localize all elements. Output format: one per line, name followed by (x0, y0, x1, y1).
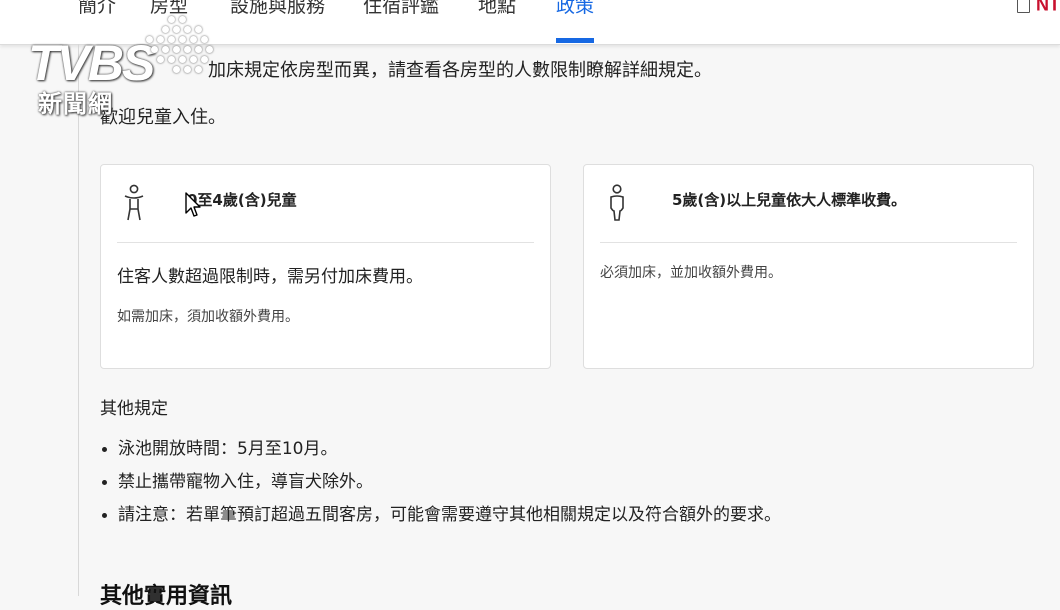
cursor-icon (184, 191, 202, 223)
other-rules-title: 其他規定 (100, 399, 168, 419)
watermark-dot (179, 36, 186, 43)
active-tab-indicator (556, 38, 594, 43)
child-icon (123, 184, 145, 226)
watermark-dot (173, 66, 180, 73)
tab-location[interactable]: 地點 (478, 0, 516, 18)
watermark-dot (157, 36, 164, 43)
watermark-dot (173, 26, 180, 33)
watermark-dot (168, 16, 175, 23)
watermark-dot (162, 26, 169, 33)
child-policy-card-infant: 0至4歲(含)兒童 住客人數超過限制時，需另付加床費用。 如需加床，須加收額外費… (100, 164, 551, 369)
watermark-dot (201, 56, 208, 63)
bed-rule-text: 加床規定依房型而異，請查看各房型的人數限制瞭解詳細規定。 (208, 60, 712, 81)
watermark-dot (184, 26, 191, 33)
watermark-dot (195, 26, 202, 33)
watermark-dot (184, 46, 191, 53)
child-policy-card-older: 5歲(含)以上兒童依大人標準收費。 必須加床，並加收額外費用。 (583, 164, 1034, 369)
list-item: 請注意：若單筆預訂超過五間客房，可能會需要遵守其他相關規定以及符合額外的要求。 (100, 503, 781, 536)
tab-facilities[interactable]: 設施與服務 (230, 0, 325, 18)
other-rules-list: 泳池開放時間：5月至10月。 禁止攜帶寵物入住，導盲犬除外。 請注意：若單筆預訂… (100, 437, 781, 536)
watermark-dot (190, 36, 197, 43)
tvbs-watermark: TVBS 新聞網 (28, 16, 213, 118)
card-sub-text: 如需加床，須加收額外費用。 (117, 309, 299, 325)
document-icon (1017, 0, 1030, 13)
list-item: 泳池開放時間：5月至10月。 (100, 437, 781, 470)
watermark-dot (168, 56, 175, 63)
watermark-dots (146, 16, 234, 100)
watermark-dot (201, 36, 208, 43)
useful-info-title: 其他實用資訊 (100, 584, 233, 609)
watermark-dot (206, 46, 213, 53)
card-title: 5歲(含)以上兒童依大人標準收費。 (672, 191, 907, 209)
watermark-dot (173, 46, 180, 53)
currency-selector[interactable]: NT (1017, 0, 1060, 16)
person-icon (608, 184, 626, 226)
tab-policies[interactable]: 政策 (556, 0, 594, 18)
tab-intro[interactable]: 簡介 (78, 0, 116, 18)
watermark-dot (195, 66, 202, 73)
left-divider (78, 44, 79, 596)
watermark-dot (184, 66, 191, 73)
watermark-dot (162, 46, 169, 53)
card-sub-text: 必須加床，並加收額外費用。 (600, 265, 782, 281)
watermark-subtitle: 新聞網 (38, 90, 113, 118)
card-divider (600, 242, 1017, 243)
watermark-dot (157, 56, 164, 63)
list-item: 禁止攜帶寵物入住，導盲犬除外。 (100, 470, 781, 503)
card-main-text: 住客人數超過限制時，需另付加床費用。 (117, 267, 423, 287)
watermark-dot (179, 16, 186, 23)
watermark-dot (146, 36, 153, 43)
watermark-dot (190, 56, 197, 63)
watermark-dot (179, 56, 186, 63)
watermark-dot (151, 46, 158, 53)
currency-code: NT (1036, 0, 1060, 15)
card-divider (117, 242, 534, 243)
watermark-dot (168, 36, 175, 43)
card-title: 0至4歲(含)兒童 (187, 191, 297, 209)
tab-reviews[interactable]: 住宿評鑑 (363, 0, 439, 18)
watermark-dot (195, 46, 202, 53)
